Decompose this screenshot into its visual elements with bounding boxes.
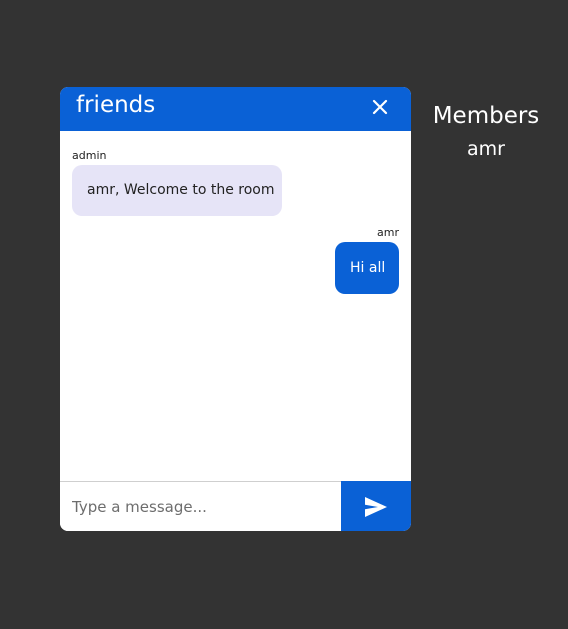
- member-item: amr: [467, 138, 505, 160]
- message-list: admin amr, Welcome to the room amr Hi al…: [60, 131, 411, 481]
- close-icon: [372, 99, 388, 115]
- members-panel: Members amr: [411, 100, 561, 162]
- chat-header: friends: [60, 87, 411, 131]
- message-sender: admin: [72, 149, 107, 162]
- message-bubble-incoming: amr, Welcome to the room: [72, 165, 282, 216]
- message-bubble-outgoing: Hi all: [335, 242, 399, 294]
- message-sender: amr: [377, 226, 399, 239]
- members-title: Members: [432, 103, 540, 129]
- send-icon: [365, 497, 387, 517]
- close-button[interactable]: [369, 96, 391, 118]
- chat-window: friends admin amr, Welcome to the room a…: [60, 87, 411, 531]
- send-button[interactable]: [341, 481, 411, 531]
- room-title: friends: [76, 92, 156, 118]
- message-input[interactable]: [60, 482, 341, 531]
- message-composer: [60, 481, 411, 531]
